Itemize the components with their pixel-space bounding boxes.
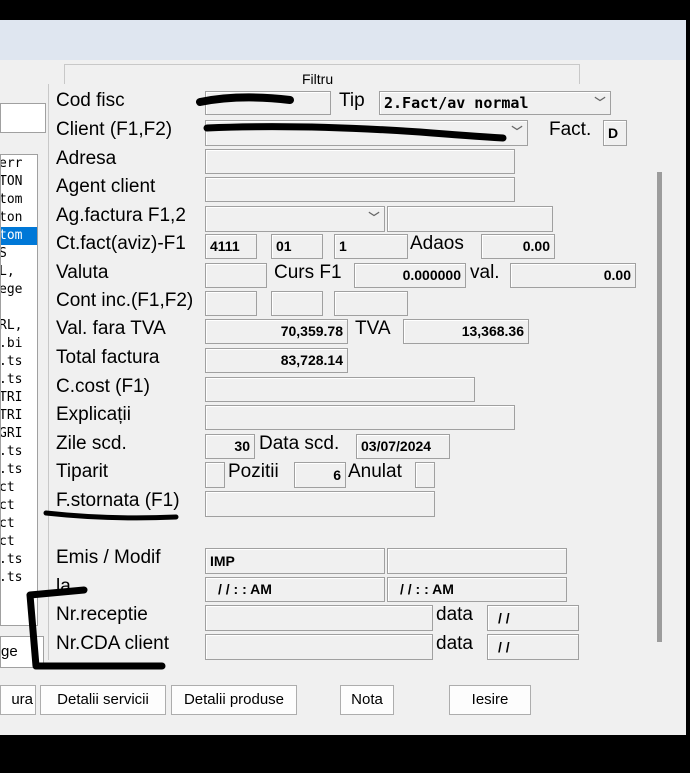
bracket-mark (26, 586, 166, 670)
underline-mark-f-stornata (43, 510, 179, 521)
redaction-mark-cod-fisc (196, 93, 294, 106)
redaction-mark-client (203, 123, 507, 142)
annotation-overlay (26, 93, 507, 670)
